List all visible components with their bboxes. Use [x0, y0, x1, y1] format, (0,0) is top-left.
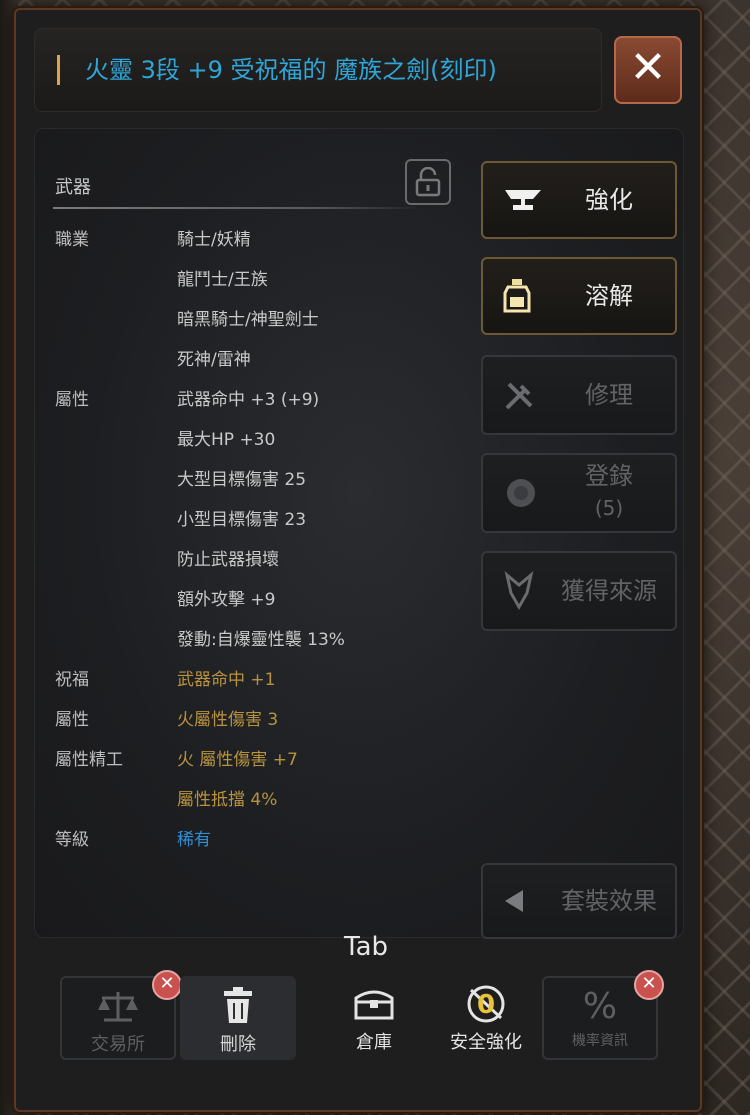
- exchange-label: 交易所: [91, 1034, 145, 1055]
- anvil-icon: [503, 163, 543, 237]
- warehouse-label: 倉庫: [356, 1032, 392, 1053]
- row-value: 屬性抵擋 4%: [177, 790, 278, 810]
- delete-button[interactable]: 刪除: [180, 976, 296, 1060]
- row-value: 死神/雷神: [177, 350, 251, 370]
- row-value: 武器命中 +1: [177, 670, 276, 690]
- warehouse-button[interactable]: 倉庫: [316, 976, 432, 1060]
- tools-icon: [503, 357, 537, 433]
- safe-enhance-label: 安全強化: [450, 1032, 522, 1053]
- row-value: 最大HP +30: [177, 430, 276, 450]
- title-accent: [57, 55, 60, 85]
- exchange-button[interactable]: 交易所 ✕: [60, 970, 182, 1060]
- safe-enhance-value: 0: [476, 990, 496, 1020]
- close-icon: ✕: [634, 970, 664, 1000]
- row-value: 稀有: [177, 830, 211, 850]
- potion-icon: [503, 259, 531, 333]
- row-value: 發動:自爆靈性襲 13%: [177, 630, 345, 650]
- row-value: 防止武器損壞: [177, 550, 279, 570]
- rate-info-button[interactable]: % 機率資訊 ✕: [542, 970, 664, 1060]
- row-value: 武器命中 +3 (+9): [177, 390, 320, 410]
- row-value: 騎士/妖精: [177, 230, 251, 250]
- register-count: (5): [594, 496, 624, 520]
- row-label: 祝福: [55, 670, 89, 690]
- item-content-panel: 武器 職業 騎士/妖精 龍鬥士/王族 暗黑騎士/神聖劍士 死神/雷神 屬性 武器…: [34, 128, 684, 939]
- row-label: 屬性: [55, 710, 89, 730]
- trash-icon: [182, 984, 294, 1028]
- title-bar: 火靈 3段 +9 受祝福的 魔族之劍(刻印): [34, 28, 602, 112]
- item-detail-window: 火靈 3段 +9 受祝福的 魔族之劍(刻印) ✕ 武器 職業 騎士/妖精 龍鬥士…: [14, 8, 702, 1112]
- row-label: 屬性: [55, 390, 89, 410]
- close-button[interactable]: ✕: [614, 36, 682, 104]
- chest-icon: [316, 982, 432, 1026]
- gem-icon: [503, 455, 539, 531]
- lock-icon[interactable]: [405, 159, 451, 205]
- enhance-label: 強化: [585, 186, 633, 214]
- delete-label: 刪除: [220, 1034, 256, 1055]
- set-effect-label: 套裝效果: [561, 887, 657, 915]
- source-button[interactable]: 獲得來源: [481, 551, 677, 631]
- row-value: 小型目標傷害 23: [177, 510, 307, 530]
- dissolve-label: 溶解: [585, 282, 633, 310]
- bottom-toolbar: Tab 交易所 ✕ 刪除 倉庫 0 安全強化 % 機率資訊 ✕: [34, 932, 682, 1090]
- set-effect-button[interactable]: 套裝效果: [481, 863, 677, 939]
- tab-hint: Tab: [344, 932, 389, 962]
- row-value: 暗黑騎士/神聖劍士: [177, 310, 319, 330]
- source-label: 獲得來源: [561, 577, 657, 605]
- register-button[interactable]: 登錄 (5): [481, 453, 677, 533]
- row-value: 大型目標傷害 25: [177, 470, 307, 490]
- dissolve-button[interactable]: 溶解: [481, 257, 677, 335]
- safe-enhance-button[interactable]: 0 安全強化: [426, 976, 546, 1060]
- item-info: 武器 職業 騎士/妖精 龍鬥士/王族 暗黑騎士/神聖劍士 死神/雷神 屬性 武器…: [35, 129, 465, 937]
- row-value: 火屬性傷害 3: [177, 710, 279, 730]
- triangle-left-icon: [503, 865, 525, 937]
- row-label: 職業: [55, 230, 89, 250]
- item-title: 火靈 3段 +9 受祝福的 魔族之劍(刻印): [85, 56, 497, 84]
- section-divider: [53, 207, 423, 209]
- section-title: 武器: [55, 177, 91, 198]
- repair-button[interactable]: 修理: [481, 355, 677, 435]
- enhance-button[interactable]: 強化: [481, 161, 677, 239]
- pin-icon: [503, 553, 535, 629]
- close-icon: ✕: [629, 42, 667, 93]
- row-value: 火 屬性傷害 +7: [177, 750, 298, 770]
- close-icon: ✕: [152, 970, 182, 1000]
- repair-label: 修理: [585, 381, 633, 409]
- row-label: 屬性精工: [55, 750, 123, 770]
- rate-info-label: 機率資訊: [572, 1033, 628, 1049]
- row-label: 等級: [55, 830, 89, 850]
- row-value: 額外攻擊 +9: [177, 590, 276, 610]
- register-label: 登錄: [585, 462, 633, 490]
- row-value: 龍鬥士/王族: [177, 270, 268, 290]
